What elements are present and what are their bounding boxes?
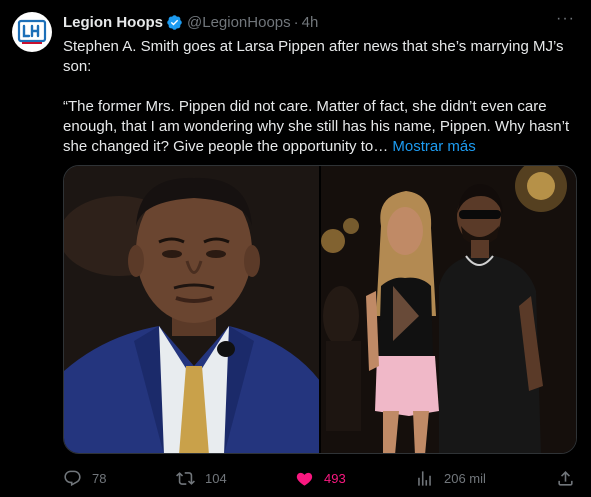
retweet-button[interactable]: 104 xyxy=(176,469,227,488)
reply-icon xyxy=(64,470,81,486)
show-more-link[interactable]: Mostrar más xyxy=(392,138,475,155)
photo-couple[interactable] xyxy=(321,166,576,453)
verified-badge-icon xyxy=(167,14,182,30)
reply-button[interactable]: 78 xyxy=(63,469,106,488)
like-button[interactable]: 493 xyxy=(295,469,346,488)
photo-stephen-a-smith[interactable] xyxy=(64,166,319,453)
view-count: 206 mil xyxy=(444,470,486,486)
reply-count: 78 xyxy=(92,470,107,486)
retweet-icon xyxy=(176,471,195,485)
separator-dot: · xyxy=(293,13,299,31)
timestamp[interactable]: 4h xyxy=(302,14,319,31)
share-icon xyxy=(558,470,573,486)
author-name[interactable]: Legion Hoops xyxy=(63,14,163,31)
couple-illustration xyxy=(321,166,576,453)
share-button[interactable] xyxy=(556,469,575,488)
man-portrait-illustration xyxy=(64,166,319,453)
action-bar: 78 104 493 206 mil xyxy=(63,464,577,492)
views-button[interactable]: 206 mil xyxy=(415,469,486,488)
media-grid xyxy=(63,165,577,454)
views-icon xyxy=(418,470,431,486)
tweet-header: Legion Hoops @LegionHoops · 4h ··· xyxy=(63,10,575,32)
retweet-count: 104 xyxy=(205,470,227,486)
tweet-text: Stephen A. Smith goes at Larsa Pippen af… xyxy=(63,37,575,157)
more-options-icon[interactable]: ··· xyxy=(556,10,575,28)
legion-hoops-logo-icon xyxy=(17,19,47,44)
tweet[interactable]: Legion Hoops @LegionHoops · 4h ··· Steph… xyxy=(0,0,591,497)
heart-filled-icon xyxy=(296,472,313,486)
tweet-body: Stephen A. Smith goes at Larsa Pippen af… xyxy=(63,38,570,155)
author-handle[interactable]: @LegionHoops xyxy=(187,14,291,31)
like-count: 493 xyxy=(324,470,346,486)
avatar[interactable] xyxy=(12,12,52,52)
